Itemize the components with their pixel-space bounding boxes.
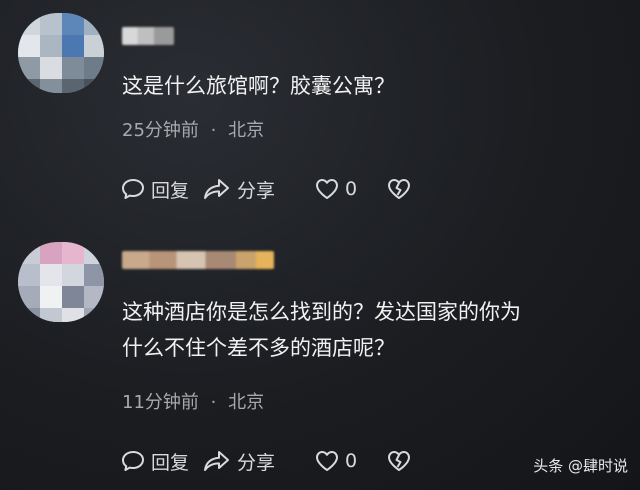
comment-time: 25分钟前 (122, 120, 199, 141)
heart-icon (314, 177, 340, 201)
dislike-button[interactable] (386, 177, 416, 201)
meta-separator: · (210, 120, 217, 141)
reply-label: 回复 (151, 179, 190, 202)
comment-item: 这种酒店你是怎么找到的？发达国家的你为 什么不住个差不多的酒店呢？ 11分钟前 … (0, 236, 640, 490)
comment-text-line: 这种酒店你是怎么找到的？发达国家的你为 (122, 300, 521, 324)
comment-meta: 11分钟前 · 北京 (122, 388, 264, 414)
meta-separator: · (210, 392, 217, 413)
like-button[interactable]: 0 (314, 449, 386, 473)
username-blurred[interactable] (122, 27, 174, 45)
dislike-button[interactable] (386, 449, 416, 473)
reply-label: 回复 (151, 451, 190, 474)
share-arrow-icon (202, 177, 232, 201)
comment-text: 这种酒店你是怎么找到的？发达国家的你为 什么不住个差不多的酒店呢？ (122, 294, 521, 366)
watermark: 头条 @肆时说 (533, 457, 628, 475)
comment-location: 北京 (228, 392, 265, 413)
broken-heart-icon (386, 177, 412, 201)
broken-heart-icon (386, 449, 412, 473)
like-button[interactable]: 0 (314, 177, 386, 201)
share-button[interactable]: 分享 (202, 176, 314, 203)
comment-meta: 25分钟前 · 北京 (122, 116, 264, 142)
username-blurred[interactable] (122, 251, 274, 269)
comment-bubble-icon (120, 177, 146, 201)
share-arrow-icon (202, 449, 232, 473)
comment-bubble-icon (120, 449, 146, 473)
reply-button[interactable]: 回复 (120, 448, 202, 475)
share-button[interactable]: 分享 (202, 448, 314, 475)
share-label: 分享 (237, 179, 276, 202)
comment-text-line: 什么不住个差不多的酒店呢？ (122, 336, 395, 360)
comment-actions: 回复 分享 0 (120, 446, 416, 476)
avatar[interactable] (18, 13, 104, 93)
comment-actions: 回复 分享 0 (120, 174, 416, 204)
share-label: 分享 (237, 451, 276, 474)
like-count: 0 (345, 450, 358, 472)
comment-location: 北京 (228, 120, 265, 141)
comment-text: 这是什么旅馆啊？胶囊公寓？ (122, 74, 395, 98)
comment-item: 这是什么旅馆啊？胶囊公寓？ 25分钟前 · 北京 回复 分享 0 (0, 0, 640, 230)
heart-icon (314, 449, 340, 473)
comment-time: 11分钟前 (122, 392, 199, 413)
like-count: 0 (345, 178, 358, 200)
avatar[interactable] (18, 242, 104, 322)
reply-button[interactable]: 回复 (120, 176, 202, 203)
